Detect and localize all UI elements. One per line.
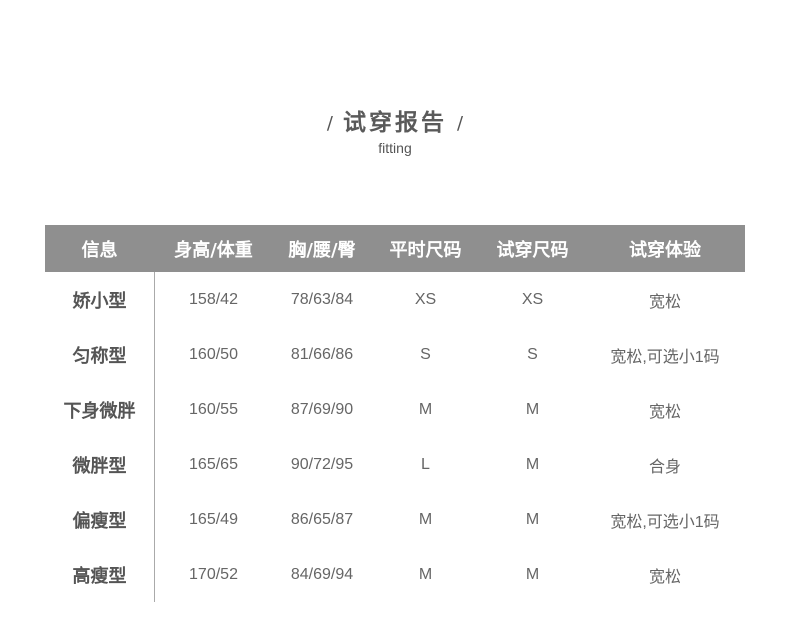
cell-usual-size: L xyxy=(421,455,430,473)
cell-tried-size: M xyxy=(525,455,540,473)
cell-tried-size: M xyxy=(525,400,540,418)
cell-info: 下身微胖 xyxy=(63,400,136,422)
table-row: 下身微胖 160/55 87/69/90 M M 宽松 xyxy=(45,382,745,437)
cell-tried-size: XS xyxy=(521,290,544,308)
cell-info: 娇小型 xyxy=(72,290,127,312)
cell-measurements: 87/69/90 xyxy=(290,400,354,418)
cell-height-weight: 160/55 xyxy=(189,400,238,418)
cell-measurements: 84/69/94 xyxy=(290,565,354,583)
title-slash-left: / xyxy=(326,112,333,134)
cell-tried-size: M xyxy=(525,565,540,583)
page-subtitle: fitting xyxy=(378,140,412,156)
cell-experience: 宽松 xyxy=(648,568,681,586)
table-row: 微胖型 165/65 90/72/95 L M 合身 xyxy=(45,437,745,492)
table-body: 娇小型 158/42 78/63/84 XS XS 宽松 匀称型 160/50 81/66/86… xyxy=(45,272,745,602)
cell-tried-size: M xyxy=(525,510,540,528)
table-row: 匀称型 160/50 81/66/86 S S 宽松,可选小1码 xyxy=(45,327,745,382)
header-cell-height-weight: 身高/体重 xyxy=(174,239,253,261)
header-cell-info: 信息 xyxy=(81,239,118,261)
cell-info: 微胖型 xyxy=(72,455,127,477)
page-title: 试穿报告 xyxy=(343,110,447,136)
table-row: 高瘦型 170/52 84/69/94 M M 宽松 xyxy=(45,547,745,602)
fitting-table: 信息 身高/体重 胸/腰/臀 平时尺码 试穿尺码 试穿体验 娇小型 158/42 7… xyxy=(45,225,745,602)
header-cell-tried-size: 试穿尺码 xyxy=(496,239,569,261)
cell-measurements: 86/65/87 xyxy=(290,510,354,528)
cell-experience: 宽松 xyxy=(648,403,681,421)
cell-experience: 宽松 xyxy=(648,293,681,311)
cell-height-weight: 158/42 xyxy=(189,290,238,308)
header-cell-measurements: 胸/腰/臀 xyxy=(288,239,356,261)
cell-height-weight: 170/52 xyxy=(189,565,238,583)
cell-usual-size: M xyxy=(418,510,433,528)
cell-height-weight: 165/49 xyxy=(189,510,238,528)
cell-experience: 宽松,可选小1码 xyxy=(610,348,720,366)
cell-height-weight: 160/50 xyxy=(189,345,238,363)
cell-experience: 宽松,可选小1码 xyxy=(610,513,720,531)
cell-experience: 合身 xyxy=(648,458,681,476)
cell-usual-size: XS xyxy=(414,290,437,308)
table-row: 娇小型 158/42 78/63/84 XS XS 宽松 xyxy=(45,272,745,327)
cell-measurements: 78/63/84 xyxy=(290,290,354,308)
title-line: / 试穿报告 / xyxy=(0,100,790,140)
cell-height-weight: 165/65 xyxy=(189,455,238,473)
cell-info: 偏瘦型 xyxy=(72,510,127,532)
table-row: 偏瘦型 165/49 86/65/87 M M 宽松,可选小1码 xyxy=(45,492,745,547)
cell-usual-size: M xyxy=(418,565,433,583)
cell-usual-size: M xyxy=(418,400,433,418)
cell-usual-size: S xyxy=(420,345,431,363)
cell-info: 匀称型 xyxy=(72,345,127,367)
cell-measurements: 90/72/95 xyxy=(290,455,354,473)
cell-info: 高瘦型 xyxy=(72,565,127,587)
table-header-row: 信息 身高/体重 胸/腰/臀 平时尺码 试穿尺码 试穿体验 xyxy=(45,225,745,272)
cell-tried-size: S xyxy=(527,345,538,363)
header-cell-experience: 试穿体验 xyxy=(629,239,701,261)
title-slash-right: / xyxy=(457,112,464,134)
cell-measurements: 81/66/86 xyxy=(290,345,354,363)
header-cell-usual-size: 平时尺码 xyxy=(389,239,462,261)
column-divider xyxy=(154,272,155,602)
report-heading: / 试穿报告 / fitting xyxy=(0,100,790,156)
